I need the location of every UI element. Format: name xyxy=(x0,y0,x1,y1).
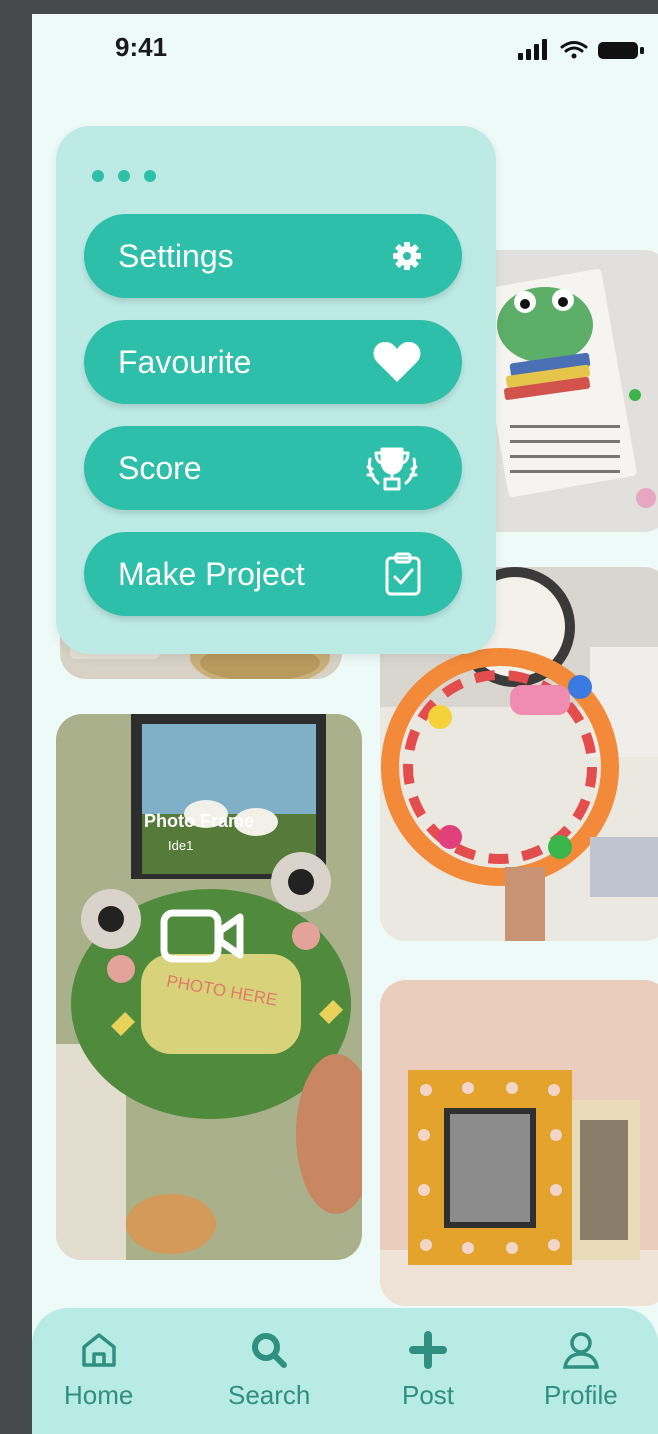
search-icon xyxy=(252,1333,288,1368)
status-time: 9:41 xyxy=(115,32,168,62)
status-icons xyxy=(518,38,658,60)
make-project-label: Make Project xyxy=(118,555,305,592)
settings-label: Settings xyxy=(118,237,234,274)
tile-bead-frames[interactable] xyxy=(380,980,658,1306)
heart-icon xyxy=(372,340,422,384)
clipboard-check-icon xyxy=(384,552,422,596)
photo-frame-subtitle: Ide1 xyxy=(168,838,193,853)
nav-search-label: Search xyxy=(228,1380,311,1410)
signal-icon xyxy=(518,39,547,60)
battery-icon xyxy=(598,42,644,59)
home-icon xyxy=(81,1333,116,1367)
user-icon xyxy=(562,1332,599,1369)
nav-search[interactable]: Search xyxy=(228,1330,310,1411)
gear-icon xyxy=(392,241,422,271)
nav-home-label: Home xyxy=(64,1380,134,1410)
bottom-nav: Home Search Post Profile xyxy=(32,1308,658,1434)
photo-frame-title: Photo Frame xyxy=(144,811,254,831)
tile-frog-photo-frame[interactable]: PHOTO HERE Photo Frame Ide1 xyxy=(56,714,362,1260)
make-project-button[interactable]: Make Project xyxy=(84,532,462,616)
video-camera-icon xyxy=(160,909,244,963)
score-button[interactable]: Score xyxy=(84,426,462,510)
favourite-button[interactable]: Favourite xyxy=(84,320,462,404)
settings-button[interactable]: Settings xyxy=(84,214,462,298)
popup-menu: Settings Favourite Score Make Project xyxy=(56,126,496,654)
nav-home[interactable]: Home xyxy=(64,1330,133,1411)
nav-profile[interactable]: Profile xyxy=(544,1330,618,1411)
more-dots-icon[interactable] xyxy=(92,170,156,182)
phone-screen: 9:41 PHOTO HERE Photo Frame Ide1 Setting… xyxy=(32,14,658,1434)
wifi-icon xyxy=(560,41,588,59)
trophy-icon xyxy=(362,445,422,491)
favourite-label: Favourite xyxy=(118,343,252,380)
nav-post[interactable]: Post xyxy=(402,1330,454,1411)
nav-profile-label: Profile xyxy=(544,1380,618,1410)
nav-post-label: Post xyxy=(402,1380,455,1410)
plus-icon xyxy=(409,1331,448,1369)
score-label: Score xyxy=(118,449,202,486)
